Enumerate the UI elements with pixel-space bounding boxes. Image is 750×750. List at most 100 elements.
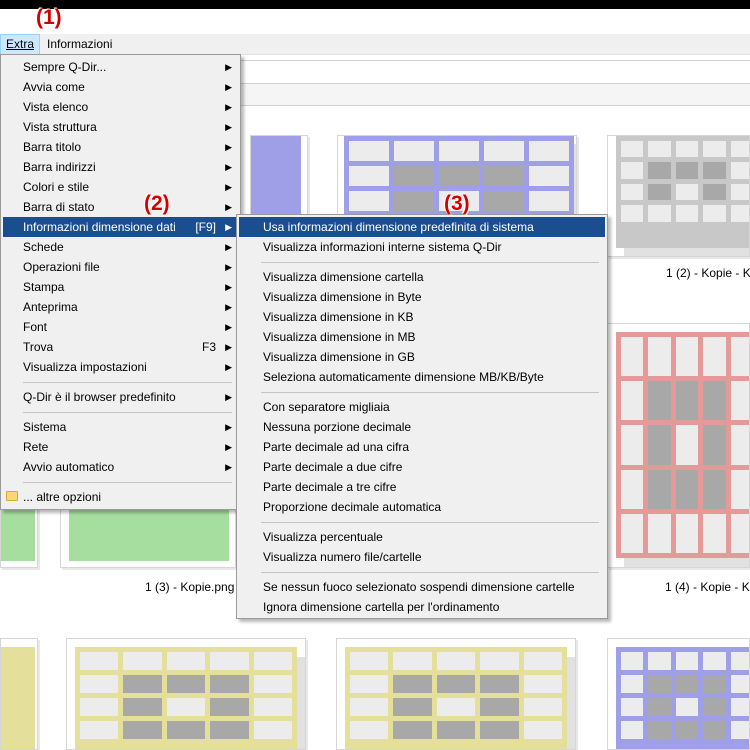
thumbnail[interactable]: [336, 638, 576, 750]
thumbnail[interactable]: [0, 500, 38, 568]
thumbnail-image: [616, 332, 749, 558]
submenu-item-dimensione-kb[interactable]: Visualizza dimensione in KB: [239, 307, 605, 327]
menu-item-altre-opzioni[interactable]: ... altre opzioni: [3, 487, 238, 507]
submenu-item-sospendi-dimensione[interactable]: Se nessun fuoco selezionato sospendi dim…: [239, 577, 605, 597]
menu-separator: [261, 572, 599, 573]
submenu-item-ignora-ordinamento[interactable]: Ignora dimensione cartella per l'ordinam…: [239, 597, 605, 617]
menu-item-visualizza-impostazioni[interactable]: Visualizza impostazioni ▶: [3, 357, 238, 377]
menu-item-barra-titolo[interactable]: Barra titolo ▶: [3, 137, 238, 157]
submenu-arrow-icon: ▶: [225, 442, 232, 452]
shortcut-label: F3: [201, 340, 216, 354]
menu-item-avvio-automatico[interactable]: Avvio automatico ▶: [3, 457, 238, 477]
thumbnail[interactable]: [0, 638, 38, 750]
submenu-item-decimale-una-cifra[interactable]: Parte decimale ad una cifra: [239, 437, 605, 457]
step-marker-3: (3): [444, 192, 470, 215]
submenu-arrow-icon: ▶: [225, 282, 232, 292]
step-marker-1: (1): [36, 6, 62, 29]
submenu-arrow-icon: ▶: [225, 222, 232, 232]
submenu-item-nessuna-decimale[interactable]: Nessuna porzione decimale: [239, 417, 605, 437]
column-header-bar: [240, 84, 750, 106]
submenu-arrow-icon: ▶: [225, 62, 232, 72]
thumbnail[interactable]: [607, 135, 750, 257]
submenu-item-interne-qdir[interactable]: Visualizza informazioni interne sistema …: [239, 237, 605, 257]
submenu-arrow-icon: ▶: [225, 102, 232, 112]
menu-extra[interactable]: Extra: [0, 34, 40, 55]
submenu-arrow-icon: ▶: [225, 392, 232, 402]
menu-item-barra-indirizzi[interactable]: Barra indirizzi ▶: [3, 157, 238, 177]
menu-item-sistema[interactable]: Sistema ▶: [3, 417, 238, 437]
menu-separator: [261, 522, 599, 523]
thumbnail-label[interactable]: 1 (2) - Kopie - Ko: [666, 266, 750, 280]
thumbnail[interactable]: [66, 638, 306, 750]
submenu-arrow-icon: ▶: [225, 362, 232, 372]
submenu-arrow-icon: ▶: [225, 142, 232, 152]
menu-separator: [23, 412, 232, 413]
menu-item-operazioni-file[interactable]: Operazioni file ▶: [3, 257, 238, 277]
title-strip: [0, 9, 750, 34]
submenu-item-decimale-tre-cifre[interactable]: Parte decimale a tre cifre: [239, 477, 605, 497]
submenu-arrow-icon: ▶: [225, 342, 232, 352]
menu-separator: [261, 392, 599, 393]
submenu-arrow-icon: ▶: [225, 82, 232, 92]
menu-separator: [23, 482, 232, 483]
submenu-arrow-icon: ▶: [225, 302, 232, 312]
submenu-arrow-icon: ▶: [225, 122, 232, 132]
submenu-arrow-icon: ▶: [225, 182, 232, 192]
address-bar[interactable]: [240, 60, 750, 84]
size-info-submenu: Usa informazioni dimensione predefinita …: [236, 214, 608, 619]
submenu-item-numero-file-cartelle[interactable]: Visualizza numero file/cartelle: [239, 547, 605, 567]
menu-item-font[interactable]: Font ▶: [3, 317, 238, 337]
thumbnail[interactable]: [607, 323, 750, 568]
thumbnail-image: [616, 136, 749, 248]
menu-item-browser-predefinito[interactable]: Q-Dir è il browser predefinito ▶: [3, 387, 238, 407]
extra-menu: Sempre Q-Dir... ▶ Avvia come ▶ Vista elenc…: [0, 54, 241, 510]
submenu-item-percentuale[interactable]: Visualizza percentuale: [239, 527, 605, 547]
thumbnail-image: [345, 647, 567, 749]
thumbnail[interactable]: [607, 638, 750, 750]
menu-item-trova[interactable]: Trova F3 ▶: [3, 337, 238, 357]
menu-item-colori-stile[interactable]: Colori e stile ▶: [3, 177, 238, 197]
menu-separator: [23, 382, 232, 383]
submenu-item-automatico-mb-kb-byte[interactable]: Seleziona automaticamente dimensione MB/…: [239, 367, 605, 387]
menu-item-stampa[interactable]: Stampa ▶: [3, 277, 238, 297]
submenu-arrow-icon: ▶: [225, 242, 232, 252]
submenu-item-dimensione-gb[interactable]: Visualizza dimensione in GB: [239, 347, 605, 367]
menu-item-vista-elenco[interactable]: Vista elenco ▶: [3, 97, 238, 117]
menu-item-schede[interactable]: Schede ▶: [3, 237, 238, 257]
submenu-item-dimensione-byte[interactable]: Visualizza dimensione in Byte: [239, 287, 605, 307]
menu-item-rete[interactable]: Rete ▶: [3, 437, 238, 457]
submenu-item-predefinita-sistema[interactable]: Usa informazioni dimensione predefinita …: [239, 217, 605, 237]
thumbnail-image: [616, 647, 749, 749]
thumbnail-image: [1, 647, 35, 749]
submenu-item-decimale-due-cifre[interactable]: Parte decimale a due cifre: [239, 457, 605, 477]
submenu-item-separatore-migliaia[interactable]: Con separatore migliaia: [239, 397, 605, 417]
submenu-item-dimensione-cartella[interactable]: Visualizza dimensione cartella: [239, 267, 605, 287]
thumbnail-image: [75, 647, 297, 749]
folder-icon: [6, 491, 18, 501]
menu-informazioni[interactable]: Informazioni: [41, 34, 118, 55]
submenu-arrow-icon: ▶: [225, 162, 232, 172]
thumbnail[interactable]: [60, 500, 236, 568]
submenu-item-decimale-automatica[interactable]: Proporzione decimale automatica: [239, 497, 605, 517]
menu-item-anteprima[interactable]: Anteprima ▶: [3, 297, 238, 317]
menu-informazioni-label: Informazioni: [47, 37, 113, 51]
submenu-arrow-icon: ▶: [225, 322, 232, 332]
thumbnail-label[interactable]: 1 (3) - Kopie.png: [145, 580, 234, 594]
menu-extra-label: Extra: [6, 37, 35, 51]
thumbnail-label[interactable]: 1 (4) - Kopie - Ko: [665, 580, 750, 594]
menu-bar: Extra Informazioni: [0, 34, 750, 55]
shortcut-label: [F9]: [195, 220, 216, 234]
menu-item-barra-stato[interactable]: Barra di stato ▶: [3, 197, 238, 217]
menu-item-sempre-qdir[interactable]: Sempre Q-Dir... ▶: [3, 57, 238, 77]
menu-separator: [261, 262, 599, 263]
menu-item-informazioni-dimensione-dati[interactable]: Informazioni dimensione dati [F9] ▶: [3, 217, 238, 237]
menu-item-vista-struttura[interactable]: Vista struttura ▶: [3, 117, 238, 137]
step-marker-2: (2): [144, 192, 170, 215]
submenu-item-dimensione-mb[interactable]: Visualizza dimensione in MB: [239, 327, 605, 347]
submenu-arrow-icon: ▶: [225, 262, 232, 272]
window-top-border: [0, 0, 750, 9]
menu-item-avvia-come[interactable]: Avvia come ▶: [3, 77, 238, 97]
submenu-arrow-icon: ▶: [225, 202, 232, 212]
thumbnail-image: [1, 501, 35, 561]
submenu-arrow-icon: ▶: [225, 422, 232, 432]
